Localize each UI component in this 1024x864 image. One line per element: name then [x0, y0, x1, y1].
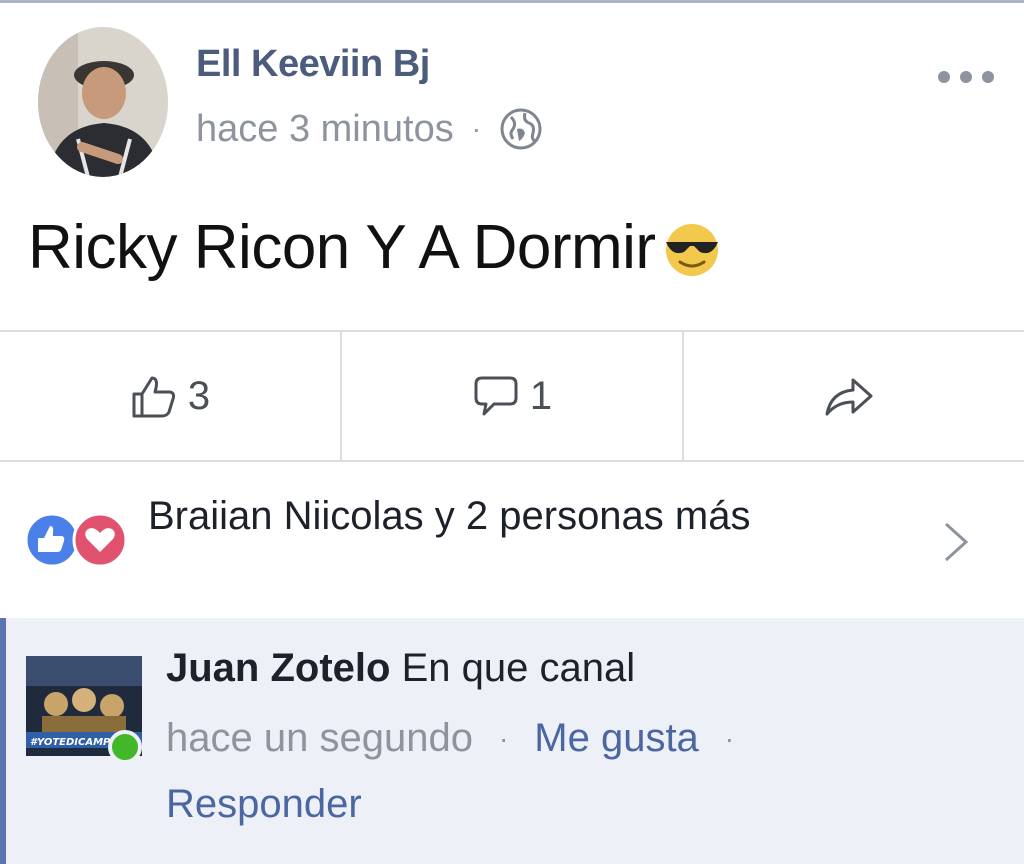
comment-item: #YOTEDICAMPEÓN Juan Zotelo En que canal …	[0, 618, 1024, 864]
more-options-button[interactable]	[934, 57, 998, 97]
post-action-bar: 3 1	[0, 330, 1024, 462]
comment-author-name[interactable]: Juan Zotelo	[166, 646, 390, 690]
comment-bubble-icon	[474, 376, 518, 416]
post-timestamp[interactable]: hace 3 minutos	[196, 108, 454, 151]
meta-separator: ·	[498, 722, 509, 754]
comment-meta: hace un segundo · Me gusta ·	[166, 716, 760, 761]
post-body: Ricky Ricon Y A Dormir	[28, 212, 724, 283]
post-meta: hace 3 minutos ·	[196, 107, 543, 151]
comment-reply-link[interactable]: Responder	[166, 782, 362, 827]
globe-icon	[500, 108, 542, 150]
meta-separator: ·	[724, 722, 735, 754]
share-arrow-icon	[825, 378, 873, 416]
sunglasses-smiley-emoji	[665, 223, 718, 276]
post-text: Ricky Ricon Y A Dormir	[28, 213, 656, 282]
thumbs-up-icon	[132, 376, 175, 418]
like-count: 3	[187, 373, 211, 418]
comment-content: Juan Zotelo En que canal	[166, 646, 635, 691]
comment-like-link[interactable]: Me gusta	[534, 716, 699, 761]
post-author-name[interactable]: Ell Keeviin Bj	[196, 43, 430, 86]
share-button[interactable]	[682, 332, 1024, 460]
dot-icon	[960, 71, 972, 83]
comment-timestamp: hace un segundo	[166, 716, 473, 760]
dot-icon	[938, 71, 950, 83]
comment-text: En que canal	[401, 646, 636, 690]
post-header: Ell Keeviin Bj hace 3 minutos ·	[0, 3, 1024, 183]
dot-icon	[982, 71, 994, 83]
online-status-indicator	[108, 730, 142, 764]
comment-count: 1	[529, 373, 553, 418]
author-avatar[interactable]	[38, 27, 168, 177]
like-button[interactable]: 3	[0, 332, 340, 460]
meta-separator: ·	[471, 113, 482, 144]
reactions-summary[interactable]: Braiian Niicolas y 2 personas más	[148, 484, 848, 548]
chevron-right-icon[interactable]	[940, 520, 972, 564]
reaction-icons	[24, 512, 134, 573]
comment-button[interactable]: 1	[340, 332, 682, 460]
